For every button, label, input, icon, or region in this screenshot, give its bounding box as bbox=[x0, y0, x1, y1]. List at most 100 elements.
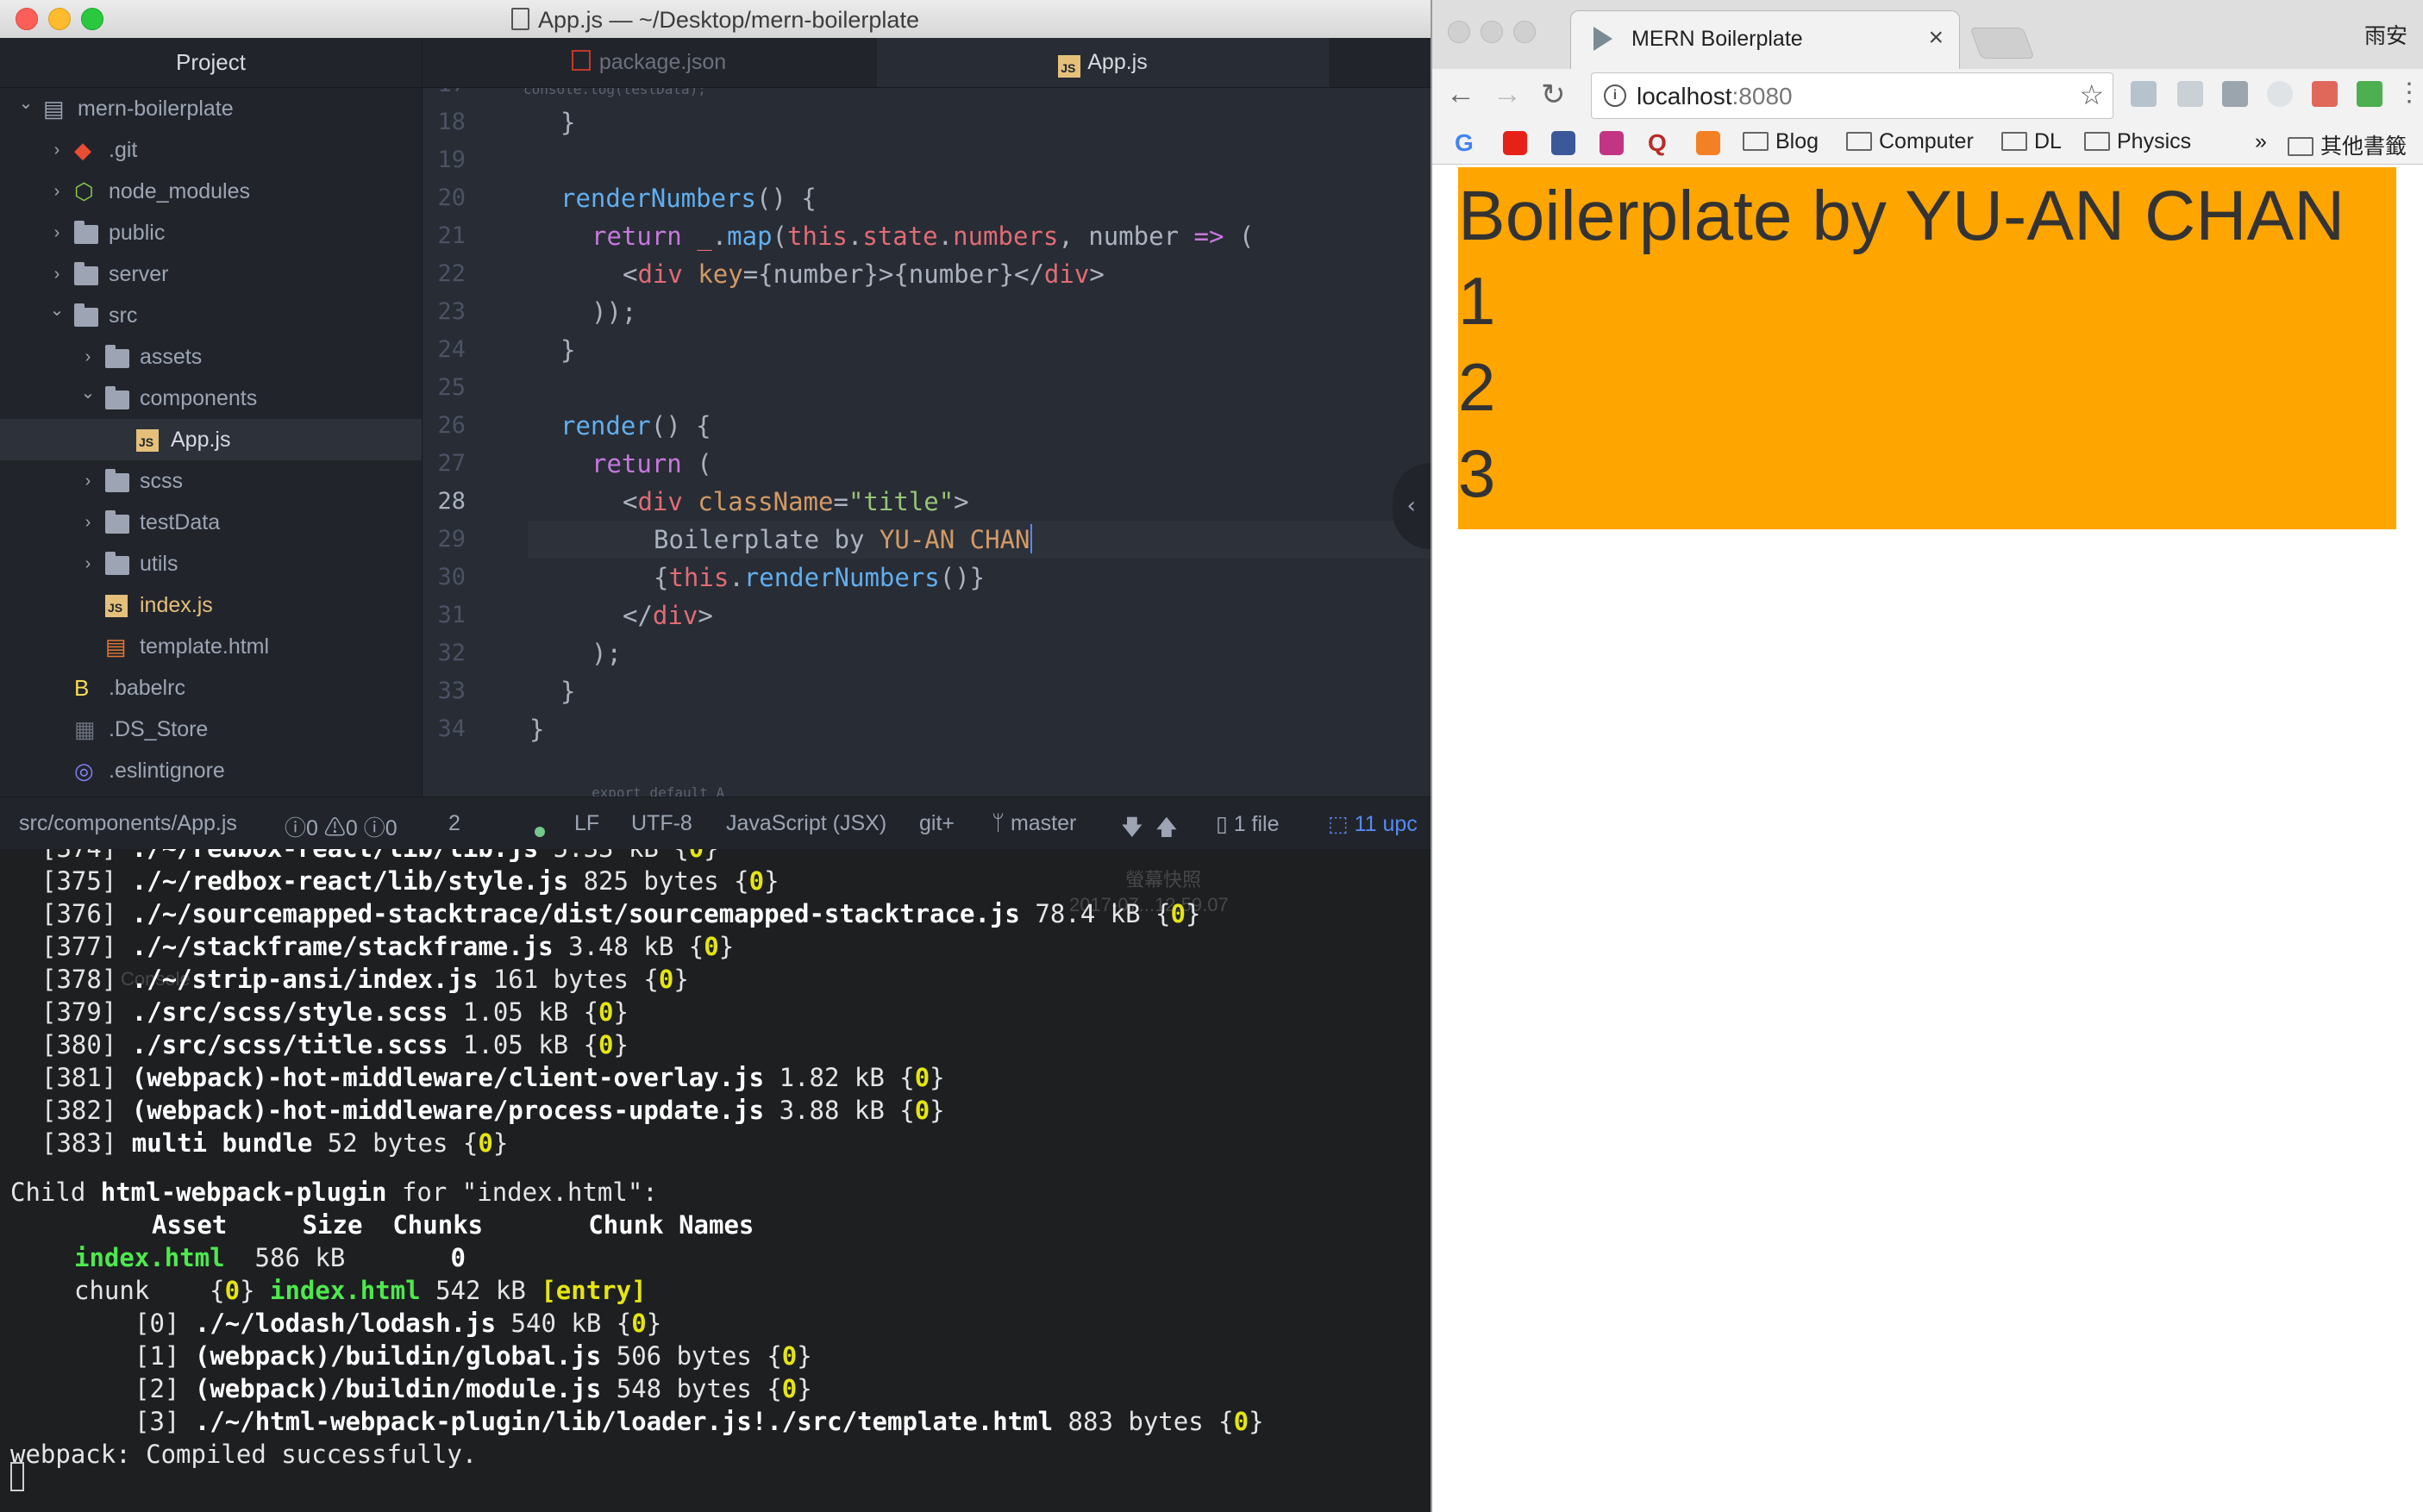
asset-row: index.html 586 kB 0 bbox=[74, 1243, 466, 1272]
tree-item-node-modules[interactable]: › ⬡ node_modules bbox=[0, 171, 422, 212]
module-line: [379] ./src/scss/style.scss 1.05 kB {0} bbox=[41, 997, 629, 1027]
extension-icon[interactable] bbox=[2267, 81, 2293, 107]
tab-package-json[interactable]: package.json bbox=[423, 38, 875, 87]
changed-files[interactable]: ▯ 1 file bbox=[1216, 811, 1280, 837]
asset-table-header: Asset Size Chunks Chunk Names bbox=[152, 1210, 754, 1240]
tree-item-babelrc[interactable]: B .babelrc bbox=[0, 667, 422, 709]
line-number: 31 bbox=[437, 602, 466, 628]
tree-item-server[interactable]: › server bbox=[0, 253, 422, 295]
tree-item-index-js[interactable]: JS index.js bbox=[0, 584, 422, 626]
chevron-right-icon[interactable]: › bbox=[48, 129, 66, 171]
chrome-menu-icon[interactable]: ⋮ bbox=[2396, 78, 2422, 108]
tree-item-template-html[interactable]: ▤ template.html bbox=[0, 626, 422, 667]
site-info-icon[interactable]: i bbox=[1604, 84, 1626, 107]
tree-item-label: mern-boilerplate bbox=[78, 97, 234, 121]
git-status[interactable]: git+ bbox=[919, 811, 955, 836]
tree-item-eslintignore[interactable]: ◎ .eslintignore bbox=[0, 750, 422, 791]
tree-item-assets[interactable]: › assets bbox=[0, 336, 422, 378]
bookmark-folder-computer[interactable]: Computer bbox=[1846, 129, 1974, 154]
atom-editor-window: App.js — ~/Desktop/mern-boilerplate Proj… bbox=[0, 0, 1431, 849]
chevron-right-icon[interactable]: › bbox=[79, 460, 97, 502]
code-editor[interactable]: 17 18 19 20 21 22 23 24 25 26 27 28 29 30 31 32 33 34 con… bbox=[423, 88, 1431, 797]
notion-extension-icon[interactable] bbox=[2222, 81, 2248, 107]
chevron-down-icon[interactable]: ⌄ bbox=[17, 83, 34, 124]
zoom-window-button[interactable] bbox=[1513, 21, 1536, 43]
tree-item-utils[interactable]: › utils bbox=[0, 543, 422, 584]
reload-icon[interactable]: ↻ bbox=[1541, 78, 1566, 112]
chevron-right-icon[interactable]: › bbox=[79, 502, 97, 543]
tree-item-ds-store[interactable]: ▦ .DS_Store bbox=[0, 709, 422, 750]
file-icon: ▦ bbox=[74, 716, 96, 742]
document-icon bbox=[511, 8, 530, 30]
forward-arrow-icon[interactable]: → bbox=[1493, 78, 1522, 111]
line-number: 33 bbox=[437, 678, 466, 704]
tree-item-mern-boilerplate[interactable]: ⌄ ▤ mern-boilerplate bbox=[0, 88, 422, 129]
fetch-icon[interactable]: 🡇 bbox=[1121, 811, 1143, 848]
chevron-down-icon[interactable]: ⌄ bbox=[48, 290, 66, 331]
tree-item-public[interactable]: › public bbox=[0, 212, 422, 253]
tree-item-git[interactable]: › ◆ .git bbox=[0, 129, 422, 171]
bookmark-folder-blog[interactable]: Blog bbox=[1743, 129, 1819, 154]
chevron-right-icon[interactable]: › bbox=[79, 543, 97, 584]
package-updates[interactable]: ⬚ 11 upc bbox=[1328, 811, 1418, 837]
other-bookmarks-folder[interactable]: 其他書籤 bbox=[2288, 129, 2407, 160]
chevron-right-icon[interactable]: › bbox=[48, 171, 66, 212]
bookmark-star-icon[interactable]: ☆ bbox=[2079, 78, 2104, 111]
more-bookmarks-button[interactable]: » bbox=[2255, 129, 2267, 154]
line-ending[interactable]: LF bbox=[574, 811, 599, 836]
facebook-icon[interactable] bbox=[1551, 131, 1575, 155]
tree-item-components[interactable]: ⌄ components bbox=[0, 378, 422, 419]
tree-item-src[interactable]: ⌄ src bbox=[0, 295, 422, 336]
browser-tab-title: MERN Boilerplate bbox=[1631, 27, 1803, 51]
chevron-right-icon[interactable]: › bbox=[48, 253, 66, 295]
status-bar: src/components/App.js ⓘ0 ⚠0 ⓘ0 2 LF UTF-… bbox=[0, 797, 1431, 849]
new-tab-button[interactable] bbox=[1969, 28, 2035, 59]
line-number: 18 bbox=[437, 109, 466, 135]
extension-icon[interactable] bbox=[2177, 81, 2203, 107]
status-file-path[interactable]: src/components/App.js bbox=[19, 811, 237, 836]
close-window-button[interactable] bbox=[1448, 21, 1470, 43]
quora-icon[interactable]: Q bbox=[1648, 131, 1672, 155]
bookmark-folder-dl[interactable]: DL bbox=[2001, 129, 2062, 154]
chevron-right-icon[interactable]: › bbox=[48, 212, 66, 253]
file-encoding[interactable]: UTF-8 bbox=[631, 811, 692, 836]
extension-icon[interactable] bbox=[2312, 81, 2338, 107]
bookmark-folder-physics[interactable]: Physics bbox=[2084, 129, 2191, 154]
cursor-column[interactable]: 2 bbox=[448, 811, 460, 836]
profile-name[interactable]: 雨安 bbox=[2364, 19, 2407, 50]
address-bar[interactable]: i localhost:8080 ☆ bbox=[1591, 72, 2113, 119]
youtube-icon[interactable] bbox=[1503, 131, 1527, 155]
grammar-selector[interactable]: JavaScript (JSX) bbox=[726, 811, 886, 836]
tab-app-js[interactable]: JS App.js bbox=[877, 38, 1329, 87]
rendered-title-div: Boilerplate by YU-AN CHAN 1 2 3 bbox=[1458, 167, 2396, 529]
close-tab-icon[interactable]: × bbox=[1928, 23, 1944, 53]
chevron-down-icon[interactable]: ⌄ bbox=[79, 372, 97, 414]
rendered-number: 3 bbox=[1458, 435, 1496, 511]
status-dot-icon bbox=[535, 818, 545, 843]
google-icon[interactable]: G bbox=[1455, 131, 1479, 155]
instagram-icon[interactable] bbox=[1600, 131, 1624, 155]
tree-item-testdata[interactable]: › testData bbox=[0, 502, 422, 543]
url-text[interactable]: localhost:8080 bbox=[1637, 83, 1793, 110]
browser-tab[interactable]: MERN Boilerplate × bbox=[1570, 10, 1960, 72]
push-icon[interactable]: 🡅 bbox=[1155, 811, 1178, 848]
terminal-output[interactable]: 螢幕快照 2017-07...12.59.07 Console [374] ./… bbox=[0, 849, 1431, 1512]
module-line: [377] ./~/stackframe/stackframe.js 3.48 … bbox=[41, 932, 735, 961]
node-icon: ⬡ bbox=[74, 178, 94, 204]
line-number: 17 bbox=[423, 88, 466, 103]
linter-status[interactable]: ⓘ0 ⚠0 ⓘ0 bbox=[285, 811, 398, 842]
cors-extension-icon[interactable] bbox=[2357, 81, 2382, 107]
chevron-right-icon[interactable]: › bbox=[79, 336, 97, 378]
minimize-window-button[interactable] bbox=[1481, 21, 1503, 43]
folder-icon bbox=[1846, 132, 1872, 151]
tree-item-app-js[interactable]: JS App.js bbox=[0, 419, 422, 460]
back-arrow-icon[interactable]: ← bbox=[1446, 78, 1475, 111]
editor-tab-bar: package.json JS App.js bbox=[423, 38, 1431, 88]
stackoverflow-icon[interactable] bbox=[1696, 131, 1720, 155]
download-extension-icon[interactable] bbox=[2131, 81, 2157, 107]
window-title: App.js — ~/Desktop/mern-boilerplate bbox=[0, 7, 1431, 34]
git-branch[interactable]: ᛘ master bbox=[992, 811, 1076, 836]
tree-item-scss[interactable]: › scss bbox=[0, 460, 422, 502]
tree-item-label: server bbox=[109, 262, 169, 286]
folder-icon bbox=[105, 386, 129, 409]
